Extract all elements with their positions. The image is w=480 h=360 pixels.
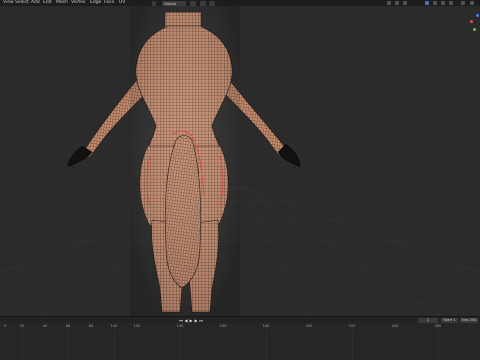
xray-button[interactable] [395, 1, 399, 5]
tick-label: 60 [65, 324, 71, 328]
tick-label: 80 [88, 324, 94, 328]
right-arm [219, 75, 291, 158]
tick-label: 180 [262, 324, 270, 328]
shading-rendered-button[interactable] [449, 1, 453, 5]
viewport-visibility-button[interactable] [403, 1, 407, 5]
tick-label: 240 [391, 324, 399, 328]
gizmo-y-dot[interactable] [473, 28, 476, 31]
end-value: 250 [469, 318, 477, 322]
shading-material-button[interactable] [441, 1, 445, 5]
viewport-options-button[interactable] [470, 1, 474, 5]
tick-line [438, 330, 439, 360]
end-label: End [461, 318, 469, 322]
proportional-edit-toggle[interactable] [209, 0, 215, 6]
tick-line [352, 330, 353, 360]
snap-toggle[interactable] [200, 0, 206, 6]
tick-label: 140 [176, 324, 184, 328]
tail [165, 135, 202, 289]
tick-line [68, 330, 69, 360]
tick-label: 40 [42, 324, 48, 328]
tick-label: 200 [305, 324, 313, 328]
3d-viewport[interactable] [0, 6, 480, 316]
gizmo-z-dot[interactable] [476, 14, 479, 17]
tick-label: 100 [110, 324, 118, 328]
timeline-header: ⏮ ◀ ▶ ▶ ⏭ 1 Start 1 End 250 [0, 316, 480, 323]
viewport-canvas [0, 6, 480, 316]
start-value: 1 [453, 318, 456, 322]
shading-options-button[interactable] [461, 1, 465, 5]
pivot-point-dropdown[interactable] [190, 0, 196, 6]
tick-line [114, 330, 115, 360]
tick-label: 0 [3, 324, 7, 328]
shading-solid-button[interactable] [425, 1, 429, 5]
tick-line [266, 330, 267, 360]
timeline-ruler[interactable]: 0 20 40 60 80 100 120 140 160 180 200 22… [0, 323, 480, 360]
tick-label: 260 [434, 324, 442, 328]
shading-wireframe-button[interactable] [433, 1, 437, 5]
overlay-button[interactable] [387, 1, 391, 5]
tick-label: 20 [19, 324, 25, 328]
sculpt-mesh[interactable] [67, 6, 301, 316]
transform-orientation-icon [152, 0, 156, 6]
tick-label: 220 [348, 324, 356, 328]
gizmo-x-dot[interactable] [470, 20, 473, 23]
transform-orientation-dropdown[interactable]: Global [162, 0, 186, 6]
tick-line [22, 330, 23, 360]
tick-label: 160 [219, 324, 227, 328]
start-label: Start [443, 318, 453, 322]
tick-line [180, 330, 181, 360]
tick-label: 120 [133, 324, 141, 328]
floor-grid [0, 185, 480, 316]
